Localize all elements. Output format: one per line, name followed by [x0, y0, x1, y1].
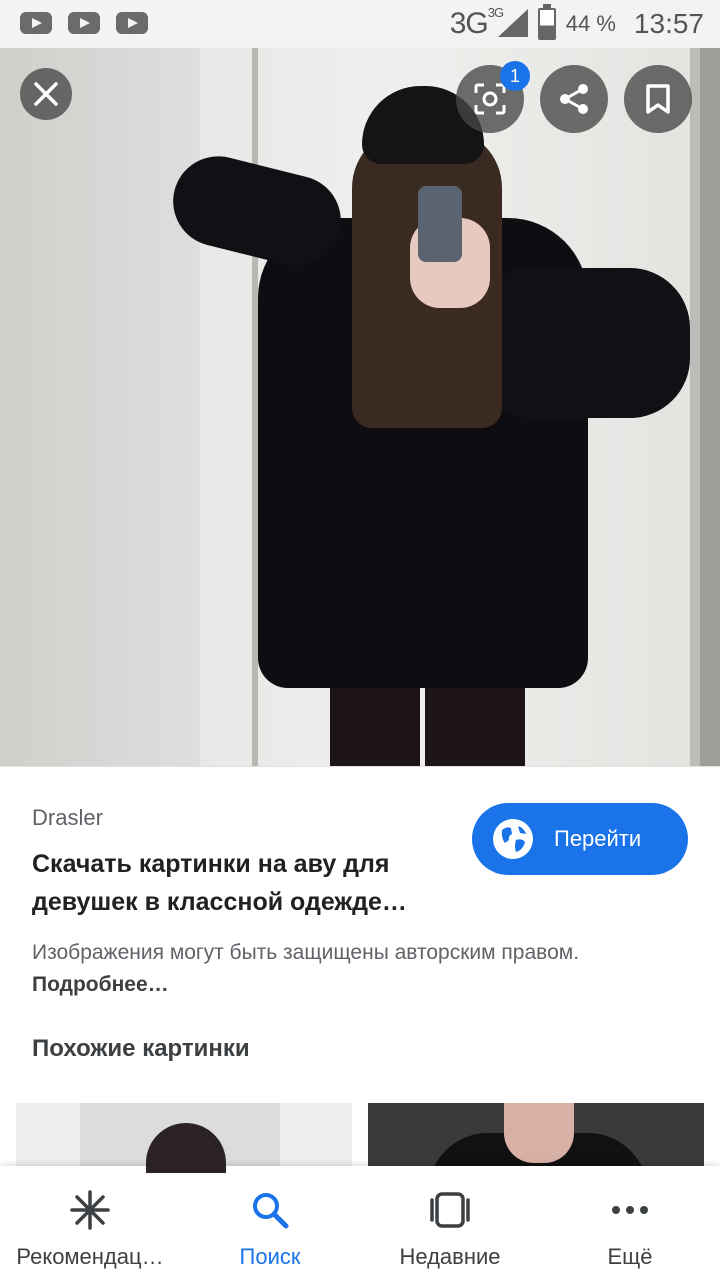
- youtube-icon: [116, 12, 148, 34]
- status-bar: 3G 3G 44 % 13:57: [0, 0, 720, 48]
- more-icon: [612, 1206, 648, 1214]
- result-info-panel: Drasler Скачать картинки на аву для деву…: [0, 766, 720, 1173]
- network-type: 3G 3G: [449, 5, 504, 40]
- nav-label: Ещё: [607, 1244, 653, 1269]
- visit-button[interactable]: Перейти: [472, 803, 688, 875]
- youtube-icon: [20, 12, 52, 34]
- source-name[interactable]: Drasler: [32, 805, 103, 831]
- result-title[interactable]: Скачать картинки на аву для девушек в кл…: [32, 845, 462, 921]
- clock: 13:57: [633, 8, 704, 39]
- similar-image-thumbnail[interactable]: [16, 1103, 352, 1173]
- bottom-navigation: Рекомендац… Поиск Недавние Ещё: [0, 1166, 720, 1280]
- bookmark-button[interactable]: [624, 65, 692, 133]
- nav-label: Рекомендац…: [16, 1244, 164, 1269]
- recent-tabs-icon: [430, 1192, 470, 1228]
- nav-label: Недавние: [399, 1244, 501, 1269]
- nav-label: Поиск: [239, 1244, 301, 1269]
- similar-image-thumbnail[interactable]: [368, 1103, 704, 1173]
- visit-label: Перейти: [554, 826, 642, 851]
- youtube-icon: [68, 12, 100, 34]
- close-icon: [34, 82, 58, 106]
- nav-discover[interactable]: Рекомендац…: [0, 1166, 180, 1280]
- globe-icon: [493, 819, 533, 859]
- copyright-text: Изображения могут быть защищены авторски…: [32, 941, 580, 964]
- signal-icon: [497, 9, 528, 39]
- lens-badge: 1: [500, 61, 530, 91]
- lens-icon: [474, 83, 506, 115]
- nav-recent[interactable]: Недавние: [360, 1166, 540, 1280]
- search-icon: [253, 1193, 289, 1229]
- battery-icon: [537, 4, 556, 40]
- share-button[interactable]: [540, 65, 608, 133]
- nav-more[interactable]: Ещё: [540, 1166, 720, 1280]
- image-preview[interactable]: [0, 48, 720, 766]
- nav-search[interactable]: Поиск: [180, 1166, 360, 1280]
- bookmark-icon: [646, 84, 670, 114]
- battery-percent: 44 %: [565, 11, 616, 36]
- share-icon: [560, 84, 588, 114]
- close-button[interactable]: [20, 68, 72, 120]
- asterisk-icon: [70, 1190, 110, 1230]
- learn-more-link[interactable]: Подробнее…: [32, 973, 169, 996]
- similar-images-heading: Похожие картинки: [32, 1035, 250, 1062]
- copyright-notice: Изображения могут быть защищены авторски…: [32, 937, 672, 1001]
